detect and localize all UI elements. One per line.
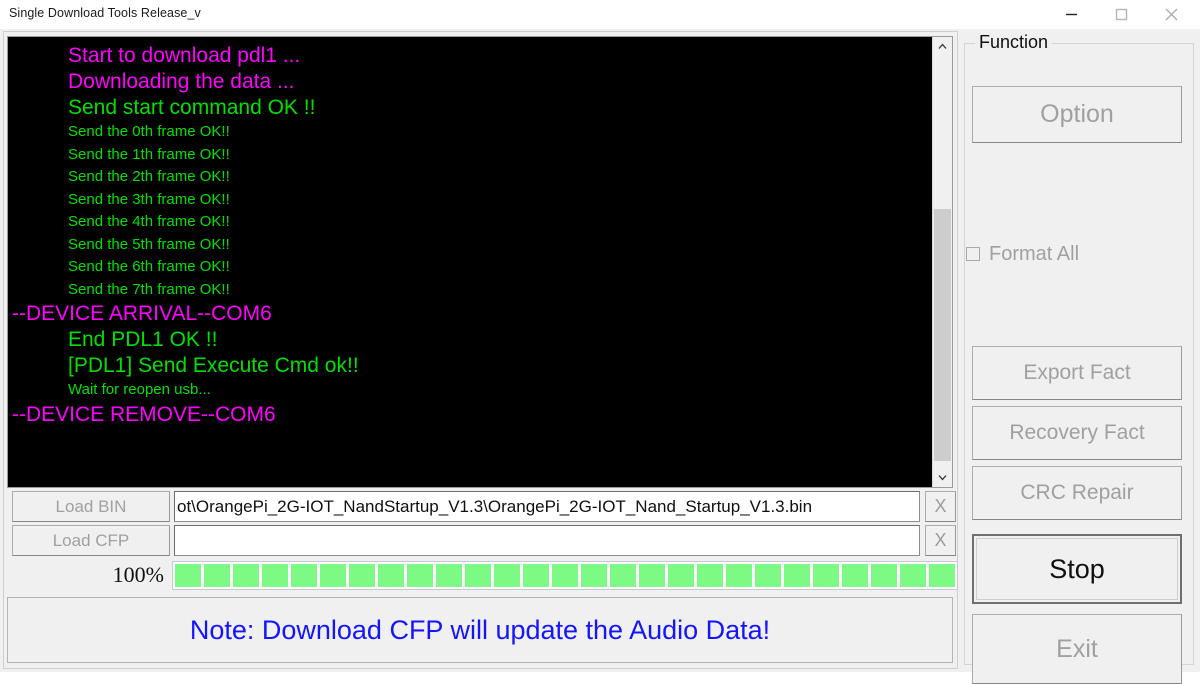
- progress-segment: [813, 564, 839, 587]
- progress-segment: [349, 564, 375, 587]
- log-line: Send the 3th frame OK!!: [68, 190, 230, 208]
- progress-segment: [233, 564, 259, 587]
- log-line: [PDL1] Send Execute Cmd ok!!: [68, 354, 359, 377]
- recovery-fact-button[interactable]: Recovery Fact: [972, 406, 1182, 460]
- progress-segment: [204, 564, 230, 587]
- log-line: --DEVICE REMOVE--COM6: [12, 402, 276, 426]
- stop-button[interactable]: Stop: [972, 534, 1182, 604]
- bin-path-field[interactable]: ot\OrangePi_2G-IOT_NandStartup_V1.3\Oran…: [174, 491, 920, 522]
- log-line: Send the 4th frame OK!!: [68, 213, 230, 230]
- progress-segment: [900, 564, 926, 587]
- maximize-icon: [1115, 8, 1127, 21]
- progress-segment: [494, 564, 520, 587]
- progress-segment: [465, 564, 491, 587]
- load-bin-button[interactable]: Load BIN: [12, 491, 170, 522]
- progress-segment: [697, 564, 723, 587]
- log-console-container: Start to download pdl1 ... Downloading th…: [7, 36, 953, 488]
- log-line: End PDL1 OK !!: [68, 328, 218, 351]
- format-all-checkbox[interactable]: [966, 247, 980, 261]
- progress-segment: [784, 564, 810, 587]
- load-bin-row: Load BIN ot\OrangePi_2G-IOT_NandStartup_…: [7, 491, 956, 525]
- window-client-area: Start to download pdl1 ... Downloading th…: [0, 29, 1200, 684]
- function-groupbox-legend: Function: [975, 32, 1053, 53]
- cfp-path-field[interactable]: [174, 525, 920, 556]
- progress-segment: [755, 564, 781, 587]
- progress-segment: [871, 564, 897, 587]
- scroll-up-button[interactable]: [933, 37, 952, 56]
- scroll-down-button[interactable]: [933, 468, 952, 487]
- progress-segment: [378, 564, 404, 587]
- progress-segment: [581, 564, 607, 587]
- exit-button[interactable]: Exit: [972, 614, 1182, 684]
- console-scrollbar[interactable]: [932, 37, 952, 487]
- log-line: Start to download pdl1 ...: [68, 44, 301, 67]
- maximize-button[interactable]: [1098, 0, 1144, 29]
- progress-segment: [552, 564, 578, 587]
- window-title: Single Download Tools Release_v: [9, 6, 201, 20]
- left-pane: Start to download pdl1 ... Downloading th…: [3, 31, 958, 669]
- load-cfp-row: Load CFP X: [7, 525, 956, 559]
- minimize-icon: [1065, 13, 1077, 16]
- progress-segment: [291, 564, 317, 587]
- progress-segment: [407, 564, 433, 587]
- progress-percent-label: 100%: [112, 561, 164, 587]
- format-all-label: Format All: [989, 242, 1080, 265]
- log-line: Send the 6th frame OK!!: [68, 258, 230, 275]
- progress-segment: [436, 564, 462, 587]
- close-icon: [1164, 8, 1178, 21]
- close-button[interactable]: [1148, 0, 1194, 29]
- log-line: Downloading the data ...: [68, 70, 295, 93]
- log-line: Send the 5th frame OK!!: [68, 235, 230, 253]
- progress-segment: [262, 564, 288, 587]
- scrollbar-thumb[interactable]: [934, 209, 951, 461]
- progress-segment: [726, 564, 752, 587]
- log-line: Send the 0th frame OK!!: [68, 123, 230, 140]
- title-bar: Single Download Tools Release_v: [0, 0, 1200, 30]
- progress-bar: [172, 561, 958, 590]
- load-cfp-button[interactable]: Load CFP: [12, 525, 170, 556]
- progress-segment: [610, 564, 636, 587]
- log-line: Send the 1th frame OK!!: [68, 145, 230, 163]
- clear-cfp-button[interactable]: X: [925, 525, 956, 556]
- minimize-button[interactable]: [1048, 0, 1094, 29]
- crc-repair-button[interactable]: CRC Repair: [972, 466, 1182, 520]
- log-line: Send the 2th frame OK!!: [68, 168, 230, 185]
- log-line: Send the 7th frame OK!!: [68, 280, 230, 298]
- progress-segment: [523, 564, 549, 587]
- progress-row: 100%: [7, 559, 958, 593]
- log-line: --DEVICE ARRIVAL--COM6: [12, 302, 272, 325]
- note-bar: Note: Download CFP will update the Audio…: [7, 597, 953, 663]
- progress-segment: [320, 564, 346, 587]
- progress-segment: [929, 564, 955, 587]
- option-button[interactable]: Option: [972, 86, 1182, 143]
- note-text: Note: Download CFP will update the Audio…: [189, 614, 771, 645]
- format-all-checkbox-row[interactable]: Format All: [966, 242, 1079, 266]
- log-line: Wait for reopen usb...: [68, 381, 211, 398]
- stop-button-label: Stop: [1049, 553, 1105, 584]
- progress-segment: [842, 564, 868, 587]
- progress-segment: [668, 564, 694, 587]
- log-console: Start to download pdl1 ... Downloading th…: [8, 37, 932, 487]
- application-window: Single Download Tools Release_v Start to…: [0, 0, 1200, 684]
- chevron-up-icon: [938, 43, 947, 49]
- progress-segment: [175, 564, 201, 587]
- bin-path-value: ot\OrangePi_2G-IOT_NandStartup_V1.3\Oran…: [177, 496, 813, 516]
- chevron-down-icon: [938, 475, 947, 481]
- clear-bin-button[interactable]: X: [925, 491, 956, 522]
- progress-segment: [639, 564, 665, 587]
- export-fact-button[interactable]: Export Fact: [972, 346, 1182, 400]
- log-line: Send start command OK !!: [68, 96, 316, 119]
